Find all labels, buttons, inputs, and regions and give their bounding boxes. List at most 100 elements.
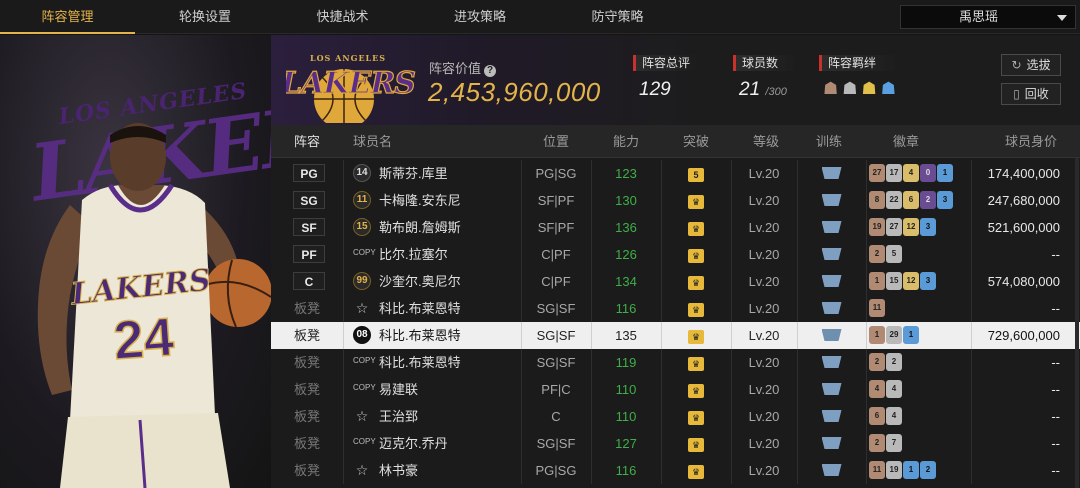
- training-icon[interactable]: [821, 329, 842, 341]
- table-row[interactable]: PF COPY 比尔.拉塞尔 C|PF 126 ♛ Lv.20 2 5 --: [271, 241, 1080, 268]
- table-row[interactable]: C 99 沙奎尔.奥尼尔 C|PF 134 ♛ Lv.20 1 15 12 3 574,080,000: [271, 268, 1080, 295]
- help-icon[interactable]: ?: [484, 65, 497, 77]
- training-icon[interactable]: [821, 410, 842, 422]
- badge-list[interactable]: 27: [869, 434, 902, 452]
- badge-list[interactable]: 19 27 12 3: [869, 218, 936, 236]
- recycle-button[interactable]: ▯ 回收: [1001, 83, 1061, 105]
- player-name[interactable]: 王治郅: [379, 403, 418, 430]
- table-row[interactable]: 板凳 COPY 迈克尔.乔丹 SG|SF 127 ♛ Lv.20 2 7 --: [271, 430, 1080, 457]
- ability-cell: 116: [615, 301, 637, 316]
- slot-cell-bench: 板凳: [293, 328, 320, 343]
- column-divider: [866, 457, 867, 484]
- player-name[interactable]: 科比.布莱恩特: [379, 349, 461, 376]
- player-name[interactable]: 卡梅隆.安东尼: [379, 187, 461, 214]
- breakthrough-crown-icon[interactable]: ♛: [688, 438, 704, 452]
- jersey-number-icon: COPY: [353, 383, 376, 392]
- breakthrough-crown-icon[interactable]: ♛: [688, 303, 704, 317]
- header-slot[interactable]: 阵容: [271, 125, 343, 158]
- header-ability[interactable]: 能力: [591, 125, 661, 158]
- table-row[interactable]: 板凳 ☆ 林书豪 PG|SG 116 ♛ Lv.20 11 19 1 2 --: [271, 457, 1080, 484]
- table-scrollbar[interactable]: [1075, 158, 1079, 488]
- badge-list[interactable]: 1 15 12 3: [869, 272, 936, 290]
- training-cell: [797, 187, 866, 214]
- badge-list[interactable]: 11: [869, 299, 885, 317]
- breakthrough-crown-icon[interactable]: ♛: [688, 249, 704, 263]
- header-breakthrough[interactable]: 突破: [661, 125, 731, 158]
- training-icon[interactable]: [821, 275, 842, 287]
- training-icon[interactable]: [821, 437, 842, 449]
- breakthrough-crown-icon[interactable]: ♛: [688, 222, 704, 236]
- header-position[interactable]: 位置: [521, 125, 591, 158]
- position-cell: PF|C: [541, 382, 571, 397]
- player-figure: LAKERS 24: [37, 123, 271, 488]
- table-row[interactable]: PG 14 斯蒂芬.库里 PG|SG 123 5 Lv.20 27 17 4 0 1 174,400,0…: [271, 160, 1080, 187]
- training-icon[interactable]: [821, 302, 842, 314]
- tab-quick-tactics[interactable]: 快捷战术: [275, 0, 410, 34]
- badge-count-bronze: 11: [869, 299, 885, 317]
- player-name[interactable]: 迈克尔.乔丹: [379, 430, 448, 457]
- table-row[interactable]: 板凳 08 科比.布莱恩特 SG|SF 135 ♛ Lv.20 1 29 1 729,600,000: [271, 322, 1080, 349]
- player-name[interactable]: 勒布朗.詹姆斯: [379, 214, 461, 241]
- player-name[interactable]: 沙奎尔.奥尼尔: [379, 268, 461, 295]
- bond-silver-icon[interactable]: ☗: [842, 79, 857, 99]
- badge-list[interactable]: 8 22 6 2 3: [869, 191, 953, 209]
- player-name[interactable]: 易建联: [379, 376, 418, 403]
- ability-cell: 119: [615, 355, 637, 370]
- tab-offense-strategy[interactable]: 进攻策略: [410, 0, 550, 34]
- header-badges[interactable]: 徽章: [861, 125, 951, 158]
- player-name[interactable]: 科比.布莱恩特: [379, 295, 461, 322]
- column-divider: [343, 160, 344, 187]
- training-icon[interactable]: [821, 194, 842, 206]
- breakthrough-crown-icon[interactable]: ♛: [688, 330, 704, 344]
- table-row[interactable]: 板凳 ☆ 王治郅 C 110 ♛ Lv.20 6 4 --: [271, 403, 1080, 430]
- table-row[interactable]: SG 11 卡梅隆.安东尼 SF|PF 130 ♛ Lv.20 8 22 6 2 3 247,680,0…: [271, 187, 1080, 214]
- breakthrough-crown-icon[interactable]: 5: [688, 168, 704, 182]
- lakers-logo: LOS ANGELES LAKERS: [286, 53, 416, 123]
- badge-list[interactable]: 64: [869, 407, 902, 425]
- training-icon[interactable]: [821, 221, 842, 233]
- player-name[interactable]: 比尔.拉塞尔: [379, 241, 448, 268]
- player-name[interactable]: 林书豪: [379, 457, 418, 484]
- header-training[interactable]: 训练: [797, 125, 861, 158]
- breakthrough-crown-icon[interactable]: ♛: [688, 411, 704, 425]
- badge-list[interactable]: 22: [869, 353, 902, 371]
- breakthrough-crown-icon[interactable]: ♛: [688, 276, 704, 290]
- select-button[interactable]: ↻ 选拔: [1001, 54, 1061, 76]
- tab-lineup-management[interactable]: 阵容管理: [0, 0, 135, 34]
- table-row[interactable]: SF 15 勒布朗.詹姆斯 SF|PF 136 ♛ Lv.20 19 27 12 3 521,600,…: [271, 214, 1080, 241]
- lineup-value-label-text: 阵容价值: [429, 61, 482, 76]
- breakthrough-crown-icon[interactable]: ♛: [688, 195, 704, 209]
- bond-blue-icon[interactable]: ☗: [881, 79, 896, 99]
- tab-rotation-settings[interactable]: 轮换设置: [135, 0, 275, 34]
- training-icon[interactable]: [821, 383, 842, 395]
- breakthrough-crown-icon[interactable]: ♛: [688, 357, 704, 371]
- column-divider: [866, 268, 867, 295]
- badge-list[interactable]: 25: [869, 245, 902, 263]
- player-name[interactable]: 科比.布莱恩特: [379, 322, 461, 349]
- training-icon[interactable]: [821, 356, 842, 368]
- table-row[interactable]: 板凳 COPY 科比.布莱恩特 SG|SF 119 ♛ Lv.20 2 2 --: [271, 349, 1080, 376]
- badge-count-blue: 3: [920, 272, 936, 290]
- header-level[interactable]: 等级: [731, 125, 801, 158]
- badge-list[interactable]: 1 29 1: [869, 326, 919, 344]
- table-row[interactable]: 板凳 ☆ 科比.布莱恩特 SG|SF 116 ♛ Lv.20 11 --: [271, 295, 1080, 322]
- training-icon[interactable]: [821, 464, 842, 476]
- badge-list[interactable]: 44: [869, 380, 902, 398]
- level-cell: Lv.20: [748, 328, 780, 343]
- breakthrough-crown-icon[interactable]: ♛: [688, 384, 704, 398]
- user-dropdown[interactable]: 禹思瑶: [900, 5, 1076, 29]
- header-player-value[interactable]: 球员身价: [991, 125, 1071, 158]
- tab-defense-strategy[interactable]: 防守策略: [550, 0, 685, 34]
- training-icon[interactable]: [821, 248, 842, 260]
- breakthrough-crown-icon[interactable]: ♛: [688, 465, 704, 479]
- player-name[interactable]: 斯蒂芬.库里: [379, 160, 448, 187]
- training-icon[interactable]: [821, 167, 842, 179]
- badge-list[interactable]: 27 17 4 0 1: [869, 164, 953, 182]
- badge-list[interactable]: 11 19 1 2: [869, 461, 936, 479]
- bond-icons[interactable]: ☗ ☗ ☗ ☗: [823, 79, 899, 99]
- table-row[interactable]: 板凳 COPY 易建联 PF|C 110 ♛ Lv.20 4 4 --: [271, 376, 1080, 403]
- bond-bronze-icon[interactable]: ☗: [823, 79, 838, 99]
- bond-gold-icon[interactable]: ☗: [862, 79, 877, 99]
- player-name-cell: 15 勒布朗.詹姆斯: [353, 214, 461, 241]
- header-player-name[interactable]: 球员名: [353, 125, 403, 158]
